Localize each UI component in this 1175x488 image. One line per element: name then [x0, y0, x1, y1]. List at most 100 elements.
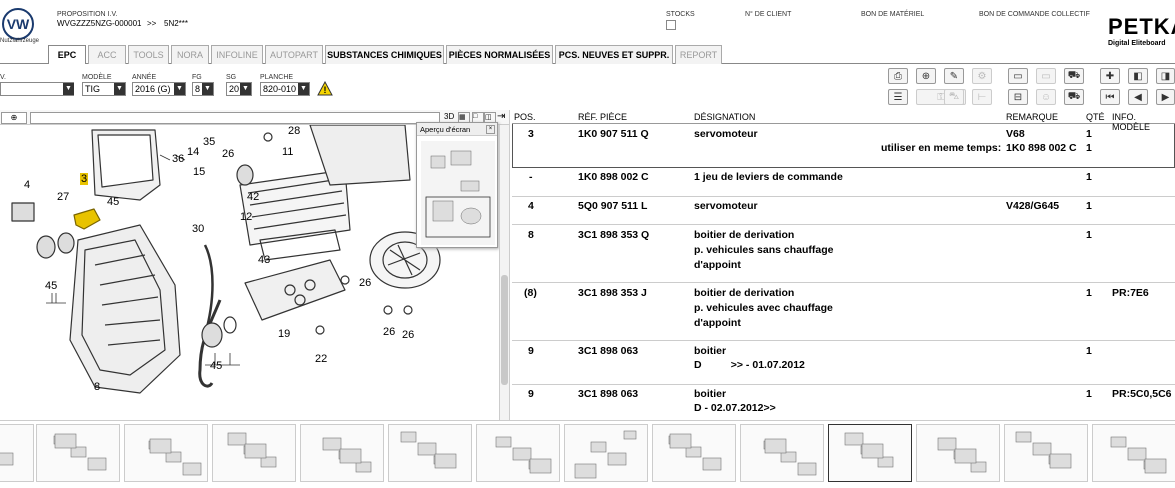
car-icon[interactable]: ⛍	[944, 89, 964, 105]
basket-icon[interactable]: ⛟	[1064, 89, 1084, 105]
elsa-icon[interactable]: ▭	[1008, 68, 1028, 84]
warning-icon[interactable]: !	[317, 81, 333, 96]
diagram-search-input[interactable]	[30, 112, 440, 124]
callout-11[interactable]: 11	[282, 146, 293, 158]
callout-4[interactable]: 4	[24, 179, 30, 191]
thumbnail[interactable]	[564, 424, 648, 482]
callout-26-right[interactable]: 26	[359, 277, 371, 289]
row5-ref[interactable]: 3C1 898 063	[578, 345, 638, 357]
tab-infoline[interactable]: INFOLINE	[211, 45, 263, 64]
fg-dropdown-icon[interactable]: ▼	[202, 83, 213, 95]
thumbnail[interactable]	[1004, 424, 1088, 482]
expand-arrow-icon[interactable]: ⇥	[497, 111, 509, 124]
tab-pcs-neuves[interactable]: PCS. NEUVES ET SUPPR.	[555, 45, 673, 64]
callout-28[interactable]: 28	[288, 125, 300, 137]
callout-43[interactable]: 43	[258, 254, 270, 266]
callout-8[interactable]: 8	[94, 381, 100, 393]
callout-35[interactable]: 35	[203, 136, 215, 148]
service-icon[interactable]: ⚙	[972, 68, 992, 84]
first-page-icon[interactable]: ⏮	[1100, 89, 1120, 105]
tab-report[interactable]: REPORT	[675, 45, 722, 64]
compare-icon[interactable]: ⊟	[1008, 89, 1028, 105]
thumbnail[interactable]	[1092, 424, 1175, 482]
thumbnail[interactable]	[36, 424, 120, 482]
callout-19[interactable]: 19	[278, 328, 290, 340]
diagram-scrollbar[interactable]	[499, 125, 509, 420]
callout-26-bottom-a[interactable]: 26	[383, 326, 395, 338]
thumbnail[interactable]	[388, 424, 472, 482]
row3-desig-2: p. vehicules sans chauffage	[694, 244, 834, 256]
forward-page-icon[interactable]: ◨	[1156, 68, 1175, 84]
preview-close-icon[interactable]: ×	[486, 125, 495, 134]
row0-qty: 1	[1086, 128, 1092, 140]
list-view-icon[interactable]: ☰	[888, 89, 908, 105]
callout-22[interactable]: 22	[315, 353, 327, 365]
tools-icon[interactable]: ✎	[944, 68, 964, 84]
thumbnail[interactable]	[300, 424, 384, 482]
tab-acc[interactable]: ACC	[88, 45, 126, 64]
thumbnail[interactable]	[740, 424, 824, 482]
back-page-icon[interactable]: ◧	[1128, 68, 1148, 84]
callout-45-left[interactable]: 45	[45, 280, 57, 292]
callout-14[interactable]: 14	[187, 146, 199, 158]
person-icon[interactable]: ☺	[1036, 89, 1056, 105]
callout-27[interactable]: 27	[57, 191, 69, 203]
sg-dropdown-icon[interactable]: ▼	[240, 83, 251, 95]
stocks-checkbox[interactable]	[666, 20, 676, 30]
row6-ref[interactable]: 3C1 898 063	[578, 388, 638, 400]
thumbnail[interactable]	[652, 424, 736, 482]
col-designation[interactable]: DÉSIGNATION	[694, 112, 755, 122]
callout-3-selected[interactable]: 3	[80, 173, 89, 185]
thumbnail-sketch	[668, 433, 722, 471]
tab-pieces-normalisees[interactable]: PIÈCES NORMALISÉES	[446, 45, 553, 64]
row2-ref[interactable]: 5Q0 907 511 L	[578, 200, 647, 212]
callout-26-bottom-b[interactable]: 26	[402, 329, 414, 341]
tab-nora[interactable]: NORA	[171, 45, 209, 64]
callout-30[interactable]: 30	[192, 223, 204, 235]
pin-icon[interactable]: ✚	[1100, 68, 1120, 84]
row4-ref[interactable]: 3C1 898 353 J	[578, 287, 647, 299]
tab-autopart[interactable]: AUTOPART	[265, 45, 323, 64]
row6-info: PR:5C0,5C6	[1112, 388, 1172, 400]
row3-desig-1: boitier de derivation	[694, 229, 795, 241]
row1-ref[interactable]: 1K0 898 002 C	[578, 171, 649, 183]
col-pos[interactable]: POS.	[514, 112, 536, 122]
next-page-icon[interactable]: ▶	[1156, 89, 1175, 105]
v-dropdown-icon[interactable]: ▼	[63, 83, 74, 95]
col-qty[interactable]: QTÉ	[1086, 112, 1105, 122]
erwin-icon[interactable]: ▭	[1036, 68, 1056, 84]
row3-ref[interactable]: 3C1 898 353 Q	[578, 229, 649, 241]
thumbnail[interactable]	[476, 424, 560, 482]
search-parts-icon[interactable]: ⊕	[916, 68, 936, 84]
callout-12[interactable]: 12	[240, 211, 252, 223]
thumbnail[interactable]	[212, 424, 296, 482]
planche-dropdown-icon[interactable]: ▼	[298, 83, 309, 95]
diagram-scrollbar-thumb[interactable]	[501, 275, 508, 385]
preview-window[interactable]: Aperçu d'écran ×	[416, 122, 498, 248]
prev-page-icon[interactable]: ◀	[1128, 89, 1148, 105]
callout-45-bottom[interactable]: 45	[210, 360, 222, 372]
thumbnail[interactable]	[916, 424, 1000, 482]
tab-tools[interactable]: TOOLS	[128, 45, 169, 64]
modele-dropdown-icon[interactable]: ▼	[114, 83, 125, 95]
tab-epc[interactable]: EPC	[48, 45, 86, 64]
col-remarque[interactable]: REMARQUE	[1006, 112, 1058, 122]
row0-extra-ref[interactable]: 1K0 898 002 C	[1006, 142, 1077, 154]
annee-dropdown-icon[interactable]: ▼	[174, 83, 185, 95]
thumbnail-selected[interactable]	[828, 424, 912, 482]
callout-45-top[interactable]: 45	[107, 196, 119, 208]
preview-thumbnail[interactable]	[421, 141, 495, 245]
thumbnail[interactable]	[0, 424, 34, 482]
cart-icon[interactable]: ⛟	[1064, 68, 1084, 84]
callout-15[interactable]: 15	[193, 166, 205, 178]
callout-42[interactable]: 42	[247, 191, 259, 203]
thumbnail[interactable]	[124, 424, 208, 482]
callout-36[interactable]: 36	[172, 153, 184, 165]
print-icon[interactable]: ⎙	[888, 68, 908, 84]
tab-substances-chimiques[interactable]: SUBSTANCES CHIMIQUES	[325, 45, 444, 64]
zoom-tool-icon[interactable]: ⊕	[1, 112, 27, 124]
callout-26-top[interactable]: 26	[222, 148, 234, 160]
col-ref[interactable]: RÉF. PIÈCE	[578, 112, 627, 122]
range-icon[interactable]: ⊢	[972, 89, 992, 105]
annee-label: ANNÉE	[132, 74, 157, 81]
